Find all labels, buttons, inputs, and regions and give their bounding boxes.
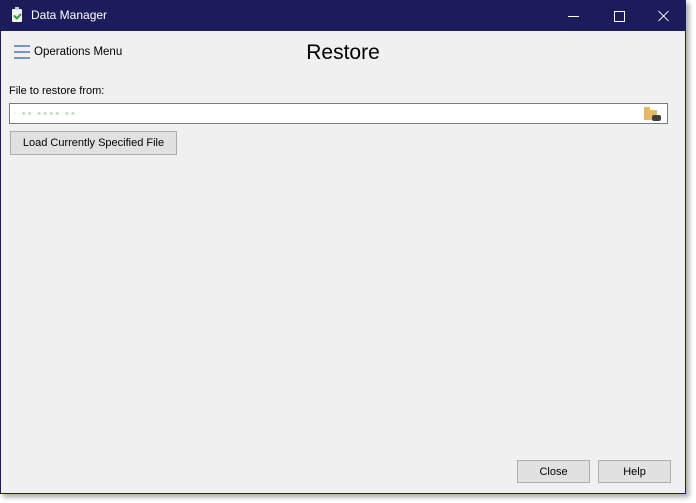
file-path-input[interactable]: [9, 103, 668, 124]
window-title: Data Manager: [31, 8, 108, 22]
load-file-button[interactable]: Load Currently Specified File: [10, 131, 177, 155]
browse-file-button[interactable]: [644, 107, 662, 122]
close-window-button[interactable]: [641, 1, 687, 31]
close-icon: [658, 10, 670, 22]
close-button[interactable]: Close: [517, 460, 590, 483]
clipboard-check-icon: [12, 7, 22, 22]
data-manager-window: Data Manager Operations Menu Restore Fil…: [0, 0, 686, 494]
minimize-icon: [567, 15, 579, 17]
minimize-button[interactable]: [550, 1, 596, 31]
title-bar[interactable]: Data Manager: [1, 1, 685, 31]
page-title: Restore: [306, 41, 380, 64]
maximize-button[interactable]: [596, 1, 642, 31]
maximize-icon: [613, 10, 625, 22]
file-to-restore-label: File to restore from:: [9, 85, 105, 97]
help-button[interactable]: Help: [598, 460, 671, 483]
file-path-value: · ∙∙ ∙∙∙∙ ∙∙: [14, 109, 77, 118]
binoculars-icon: [652, 115, 661, 121]
